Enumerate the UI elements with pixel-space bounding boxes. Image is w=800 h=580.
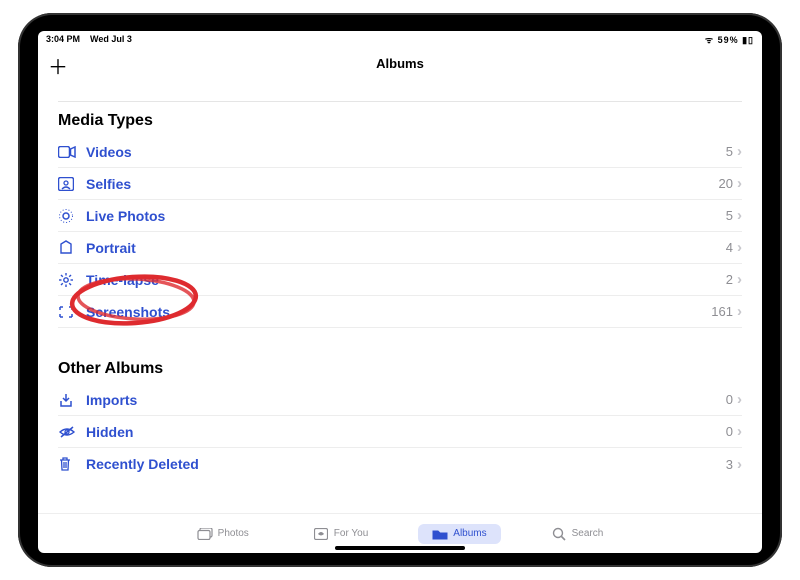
row-label: Videos [86,144,726,160]
row-screenshots[interactable]: Screenshots 161 › [58,296,742,328]
chevron-right-icon: › [737,207,742,224]
foryou-tab-icon [313,528,329,540]
screenshot-icon [58,305,80,319]
screen: 3:04 PM Wed Jul 3 ᯤ 59% ▮▯ ＋ Albums Medi… [38,31,762,553]
row-live-photos[interactable]: Live Photos 5 › [58,200,742,232]
status-bar: 3:04 PM Wed Jul 3 ᯤ 59% ▮▯ [38,31,762,47]
row-label: Hidden [86,424,726,440]
status-right: ᯤ 59% ▮▯ [705,33,754,46]
tab-bar: Photos For You Albums Search [38,513,762,553]
row-count: 20 [719,176,733,191]
ipad-device-frame: 3:04 PM Wed Jul 3 ᯤ 59% ▮▯ ＋ Albums Medi… [18,13,782,567]
tab-label: Photos [218,528,249,539]
row-label: Screenshots [86,304,711,320]
nav-bar: ＋ Albums [38,47,762,79]
status-left: 3:04 PM Wed Jul 3 [46,34,132,44]
row-label: Time-lapse [86,272,726,288]
row-recently-deleted[interactable]: Recently Deleted 3 › [58,448,742,480]
row-count: 0 [726,424,733,439]
row-portrait[interactable]: Portrait 4 › [58,232,742,264]
chevron-right-icon: › [737,303,742,320]
time-lapse-icon [58,272,80,288]
chevron-right-icon: › [737,271,742,288]
row-selfies[interactable]: Selfies 20 › [58,168,742,200]
video-icon [58,146,80,158]
chevron-right-icon: › [737,423,742,440]
row-count: 2 [726,272,733,287]
tab-for-you[interactable]: For You [299,524,382,544]
row-label: Selfies [86,176,719,192]
content-scroll[interactable]: Media Types Videos 5 › Selfies 20 [38,79,762,513]
divider [58,101,742,102]
chevron-right-icon: › [737,456,742,473]
wifi-icon: ᯤ [705,35,714,45]
search-tab-icon [551,528,567,540]
hidden-icon [58,425,80,439]
row-count: 4 [726,240,733,255]
row-label: Recently Deleted [86,456,726,472]
row-count: 0 [726,392,733,407]
row-count: 5 [726,144,733,159]
selfie-icon [58,177,80,191]
live-photos-icon [58,208,80,224]
battery-icon: ▮▯ [742,35,754,45]
row-count: 5 [726,208,733,223]
battery-percent: 59% [718,35,739,45]
albums-tab-icon [432,528,448,540]
row-videos[interactable]: Videos 5 › [58,136,742,168]
tab-albums[interactable]: Albums [418,524,500,544]
row-time-lapse[interactable]: Time-lapse 2 › [58,264,742,296]
tab-search[interactable]: Search [537,524,618,544]
row-imports[interactable]: Imports 0 › [58,384,742,416]
trash-icon [58,456,80,472]
chevron-right-icon: › [737,143,742,160]
row-label: Live Photos [86,208,726,224]
status-date: Wed Jul 3 [90,34,132,44]
status-time: 3:04 PM [46,34,80,44]
tab-label: Search [572,528,604,539]
row-hidden[interactable]: Hidden 0 › [58,416,742,448]
chevron-right-icon: › [737,239,742,256]
tab-label: For You [334,528,368,539]
ipad-bezel: 3:04 PM Wed Jul 3 ᯤ 59% ▮▯ ＋ Albums Medi… [22,17,778,563]
section-header-media-types: Media Types [58,112,742,130]
row-label: Imports [86,392,726,408]
chevron-right-icon: › [737,175,742,192]
photos-tab-icon [197,528,213,540]
portrait-icon [58,240,80,256]
row-count: 161 [711,304,733,319]
row-label: Portrait [86,240,726,256]
add-button[interactable]: ＋ [48,51,68,80]
chevron-right-icon: › [737,391,742,408]
tab-label: Albums [453,528,486,539]
home-indicator[interactable] [335,546,465,550]
page-title: Albums [376,56,424,71]
imports-icon [58,392,80,408]
row-count: 3 [726,457,733,472]
section-header-other: Other Albums [58,360,742,378]
tab-photos[interactable]: Photos [183,524,263,544]
